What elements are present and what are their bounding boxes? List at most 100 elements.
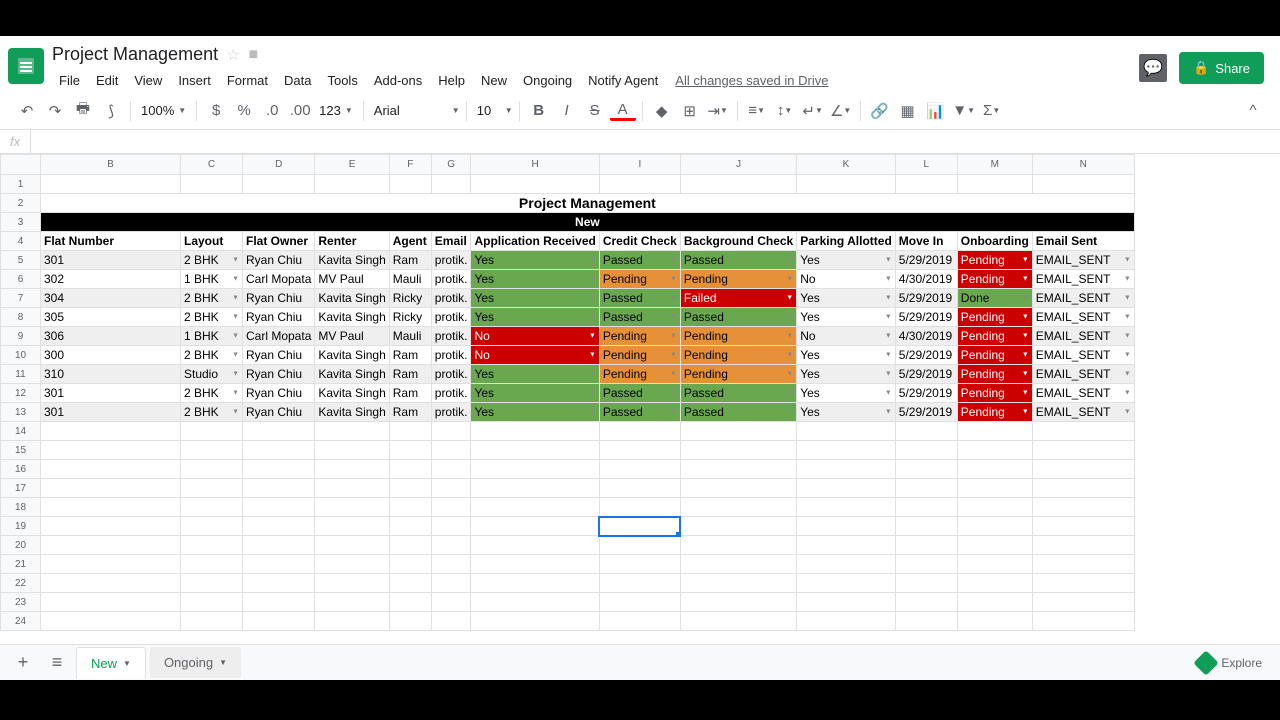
row-header-22[interactable]: 22 — [1, 574, 41, 593]
cell[interactable]: Carl Mopata — [243, 270, 315, 289]
cell[interactable]: Kavita Singh — [315, 365, 389, 384]
row-header-9[interactable]: 9 — [1, 327, 41, 346]
cell[interactable]: 5/29/2019 — [895, 308, 957, 327]
menu-new[interactable]: New — [474, 69, 514, 92]
cell[interactable]: Yes — [797, 308, 896, 327]
col-header-J[interactable]: J — [680, 155, 796, 175]
bold-icon[interactable]: B — [526, 98, 552, 124]
cell[interactable]: 302 — [41, 270, 181, 289]
cell[interactable]: Pending — [599, 270, 680, 289]
cell[interactable]: 305 — [41, 308, 181, 327]
row-header-10[interactable]: 10 — [1, 346, 41, 365]
cell[interactable]: Passed — [599, 289, 680, 308]
cell[interactable]: 1 BHK — [181, 327, 243, 346]
cell[interactable]: protik. — [431, 384, 471, 403]
cell[interactable]: 2 BHK — [181, 251, 243, 270]
cell[interactable]: Kavita Singh — [315, 308, 389, 327]
row-header-11[interactable]: 11 — [1, 365, 41, 384]
row-header-24[interactable]: 24 — [1, 612, 41, 631]
chart-icon[interactable]: 📊 — [923, 98, 949, 124]
folder-icon[interactable]: ■ — [248, 46, 258, 64]
row-header-12[interactable]: 12 — [1, 384, 41, 403]
sheet-title-cell[interactable]: Project Management — [41, 194, 1135, 213]
col-header-B[interactable]: B — [41, 155, 181, 175]
cell[interactable]: Studio — [181, 365, 243, 384]
selected-cell[interactable] — [599, 517, 680, 536]
cell[interactable]: Ryan Chiu — [243, 308, 315, 327]
borders-icon[interactable]: ⊞ — [677, 98, 703, 124]
print-icon[interactable]: 🖶 — [70, 98, 96, 124]
fill-color-icon[interactable]: ◆ — [649, 98, 675, 124]
format-select[interactable]: 123▼ — [315, 103, 357, 118]
cell[interactable]: MV Paul — [315, 270, 389, 289]
table-header-application-received[interactable]: Application Received — [471, 232, 599, 251]
cell[interactable]: Yes — [797, 384, 896, 403]
table-header-onboarding[interactable]: Onboarding — [957, 232, 1032, 251]
cell[interactable]: Yes — [471, 384, 599, 403]
row-header-20[interactable]: 20 — [1, 536, 41, 555]
cell[interactable]: Yes — [797, 346, 896, 365]
cell[interactable]: 301 — [41, 251, 181, 270]
cell[interactable]: Yes — [471, 289, 599, 308]
cell[interactable]: protik. — [431, 251, 471, 270]
col-header-L[interactable]: L — [895, 155, 957, 175]
cell[interactable]: protik. — [431, 270, 471, 289]
cell[interactable]: Ryan Chiu — [243, 346, 315, 365]
cell[interactable]: EMAIL_SENT — [1032, 270, 1134, 289]
cell[interactable]: 310 — [41, 365, 181, 384]
cell[interactable]: Pending — [680, 327, 796, 346]
strikethrough-icon[interactable]: S — [582, 98, 608, 124]
row-header-23[interactable]: 23 — [1, 593, 41, 612]
tab-ongoing[interactable]: Ongoing▼ — [150, 647, 241, 678]
cell[interactable]: Pending — [957, 365, 1032, 384]
decrease-decimal-icon[interactable]: .0 — [259, 98, 285, 124]
cell[interactable]: EMAIL_SENT — [1032, 289, 1134, 308]
row-header-8[interactable]: 8 — [1, 308, 41, 327]
cell[interactable]: 304 — [41, 289, 181, 308]
cell[interactable]: Pending — [957, 346, 1032, 365]
cell[interactable]: protik. — [431, 346, 471, 365]
cell[interactable]: Yes — [797, 289, 896, 308]
row-header-16[interactable]: 16 — [1, 460, 41, 479]
cell[interactable]: 2 BHK — [181, 308, 243, 327]
cell[interactable]: Ram — [389, 346, 431, 365]
cell[interactable]: 1 BHK — [181, 270, 243, 289]
cell[interactable]: No — [797, 270, 896, 289]
zoom-select[interactable]: 100%▼ — [137, 103, 190, 118]
cell[interactable]: protik. — [431, 327, 471, 346]
cell[interactable]: Ryan Chiu — [243, 403, 315, 422]
cell[interactable]: 5/29/2019 — [895, 403, 957, 422]
menu-ongoing[interactable]: Ongoing — [516, 69, 579, 92]
table-header-renter[interactable]: Renter — [315, 232, 389, 251]
cell[interactable]: EMAIL_SENT — [1032, 403, 1134, 422]
cell[interactable]: Failed — [680, 289, 796, 308]
cell[interactable]: 2 BHK — [181, 289, 243, 308]
cell[interactable]: Pending — [957, 308, 1032, 327]
cell[interactable]: protik. — [431, 403, 471, 422]
table-header-background-check[interactable]: Background Check — [680, 232, 796, 251]
cell[interactable]: EMAIL_SENT — [1032, 365, 1134, 384]
document-title[interactable]: Project Management — [52, 44, 218, 65]
cell[interactable]: Kavita Singh — [315, 403, 389, 422]
table-header-agent[interactable]: Agent — [389, 232, 431, 251]
font-select[interactable]: Arial — [370, 103, 450, 118]
cell[interactable]: Yes — [471, 251, 599, 270]
cell[interactable]: Pending — [680, 365, 796, 384]
menu-format[interactable]: Format — [220, 69, 275, 92]
cell[interactable]: 306 — [41, 327, 181, 346]
cell[interactable]: 300 — [41, 346, 181, 365]
cell[interactable]: 5/29/2019 — [895, 289, 957, 308]
cell[interactable]: protik. — [431, 308, 471, 327]
col-header-F[interactable]: F — [389, 155, 431, 175]
table-header-email-sent[interactable]: Email Sent — [1032, 232, 1134, 251]
col-header-D[interactable]: D — [243, 155, 315, 175]
menu-help[interactable]: Help — [431, 69, 472, 92]
col-header-E[interactable]: E — [315, 155, 389, 175]
cell[interactable]: protik. — [431, 365, 471, 384]
add-sheet-icon[interactable]: + — [8, 648, 38, 678]
cell[interactable]: 2 BHK — [181, 403, 243, 422]
row-header-3[interactable]: 3 — [1, 213, 41, 232]
cell[interactable]: EMAIL_SENT — [1032, 251, 1134, 270]
increase-decimal-icon[interactable]: .00 — [287, 98, 313, 124]
row-header-14[interactable]: 14 — [1, 422, 41, 441]
